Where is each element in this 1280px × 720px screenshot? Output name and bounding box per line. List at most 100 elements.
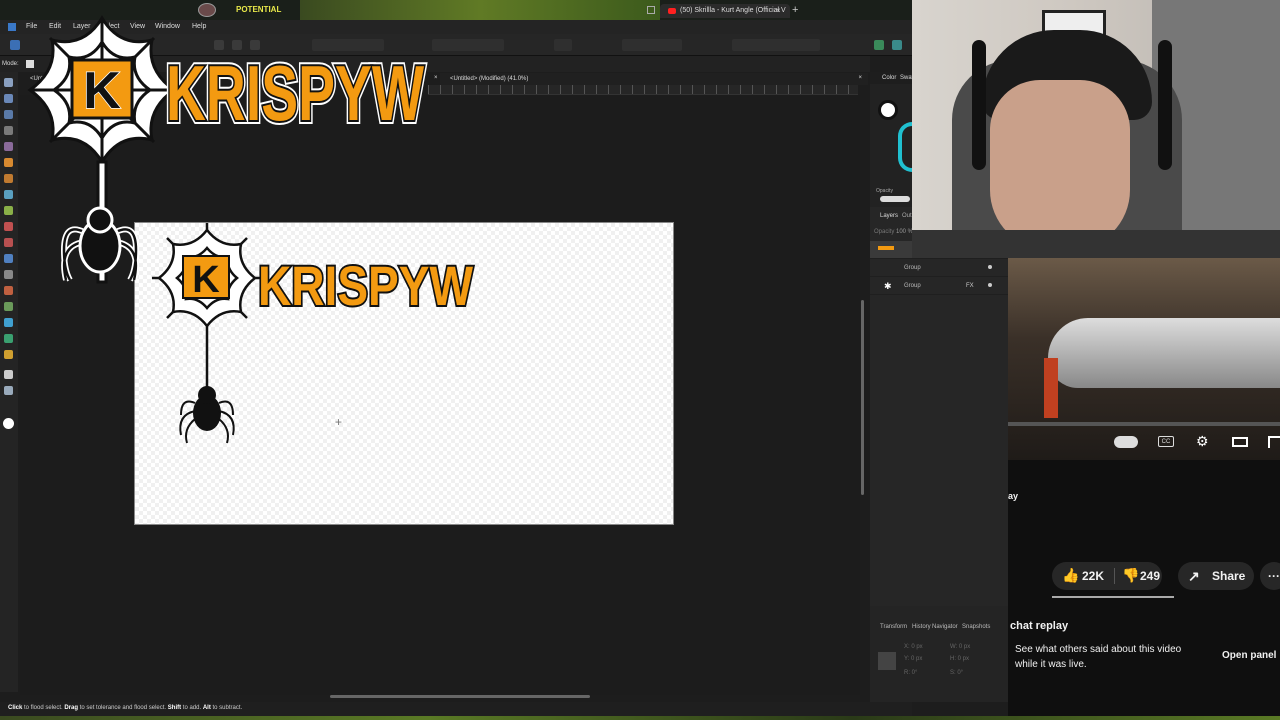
crop-tool-icon[interactable] [4,334,13,343]
like-icon[interactable]: 👍 [1062,567,1079,584]
chat-replay-card: chat replay See what others said about t… [1008,618,1280,716]
status-hint: Shift [167,705,182,711]
transform-h-field[interactable]: H: 0 px [950,656,969,662]
layer-opacity-value[interactable]: 100 % [896,229,913,235]
share-icon: ↗ [1188,568,1200,584]
app-icon[interactable] [8,23,16,31]
browser-tab-title: (50) Skrillla - Kurt Angle (Official V [680,7,786,14]
view-tool-icon[interactable] [4,94,13,103]
layer-name: Group [904,265,921,271]
tab-layers[interactable]: Layers [880,213,898,219]
hand-tool-icon[interactable] [4,370,13,379]
anchor-selector[interactable] [878,652,896,670]
settings-gear-icon[interactable]: ⚙ [1196,433,1209,450]
crosshair-cursor-icon: + [335,415,343,429]
eyedropper-tool-icon[interactable] [4,350,13,359]
layer-visibility-icon[interactable] [988,265,992,269]
color-swatch-icon[interactable] [3,418,14,429]
transform-shear-field[interactable]: S: 0° [950,670,963,676]
tab-color[interactable]: Color [882,75,896,81]
toolbar-group[interactable] [554,39,572,51]
transform-y-field[interactable]: Y: 0 px [904,656,922,662]
mode-label: Mode: [2,61,19,67]
toolbar-group[interactable] [622,39,682,51]
youtube-video-player[interactable] [1008,258,1280,460]
stream-bottom-band [0,716,1280,720]
chat-replay-description: See what others said about this video wh… [1015,644,1182,670]
spider-icon [179,386,235,444]
fullscreen-icon[interactable] [1268,436,1280,448]
status-hint: Alt [202,705,211,711]
overlay-spider-icon [60,206,140,282]
horizontal-ruler [428,85,858,95]
gradient-tool-icon[interactable] [4,254,13,263]
dislike-count[interactable]: 249 [1140,569,1160,583]
fill-tool-icon[interactable] [4,238,13,247]
browser-tab-youtube[interactable]: (50) Skrillla - Kurt Angle (Official V [660,4,790,18]
status-hint: Drag [64,705,79,711]
dislike-icon[interactable]: 👎 [1122,567,1139,584]
layer-visibility-icon[interactable] [988,283,992,287]
vertical-scrollbar[interactable] [861,300,864,495]
status-bar: Click to flood select. Drag to set toler… [0,702,912,716]
transform-rotation-field[interactable]: R: 0° [904,670,917,676]
lasso-tool-icon[interactable] [4,142,13,151]
toolbar-button[interactable] [892,40,902,50]
tab-snapshots[interactable]: Snapshots [962,624,990,630]
webcam-feed [912,0,1280,258]
horizontal-scrollbar[interactable] [330,695,590,698]
color-wheel[interactable] [898,122,912,172]
youtube-icon [668,8,676,14]
layer-row[interactable]: ✱ Group FX [870,277,1008,295]
share-button[interactable]: ↗ Share [1178,562,1254,590]
transform-x-field[interactable]: X: 0 px [904,644,923,650]
move-tool-icon[interactable] [4,78,13,87]
overlay-logo-k-letter: K [83,62,121,120]
tab-overview-icon[interactable] [647,6,655,14]
like-count[interactable]: 22K [1082,569,1104,583]
selection-tool-icon[interactable] [4,110,13,119]
tab-history[interactable]: History [912,624,931,630]
status-hint: to set tolerance and flood select. [78,705,168,711]
zoom-tool-icon[interactable] [4,386,13,395]
shape-tool-icon[interactable] [4,302,13,311]
document-tab-bar: × <Untitled> (Modified) (41.0%) × [434,73,868,85]
theater-mode-icon[interactable] [1232,437,1248,447]
new-tab-icon[interactable]: + [792,4,798,16]
paint-tool-icon[interactable] [4,174,13,183]
status-hint: Click [8,705,23,711]
layer-row[interactable]: Group [870,259,1008,277]
eraser-tool-icon[interactable] [4,222,13,231]
captions-icon[interactable]: CC [1158,436,1174,447]
tab-close-icon[interactable]: × [776,6,781,15]
more-icon: ··· [1268,569,1280,583]
red-eye-tool-icon[interactable] [4,286,13,295]
document-tab-title[interactable]: <Untitled> (Modified) (41.0%) [450,76,528,82]
video-title-fragment[interactable]: ay [1008,491,1018,501]
like-dislike-group: 👍 22K 👎 249 [1052,562,1162,590]
opacity-label: Opacity [876,188,893,194]
layer-thumbnail-spider-icon: ✱ [884,281,892,291]
more-actions-button[interactable]: ··· [1260,562,1280,590]
text-tool-icon[interactable] [4,318,13,327]
flood-select-tool-icon[interactable] [4,190,13,199]
autoplay-toggle[interactable] [1114,436,1138,448]
status-hint: to subtract. [210,705,243,711]
brush-tool-icon[interactable] [4,158,13,167]
layer-fx-badge[interactable]: FX [966,283,974,289]
transform-w-field[interactable]: W: 0 px [950,644,970,650]
tab-transform[interactable]: Transform [880,624,907,630]
clone-tool-icon[interactable] [4,270,13,279]
primary-color-swatch[interactable] [878,100,898,120]
pen-tool-icon[interactable] [4,206,13,215]
toolbar-group[interactable] [732,39,820,51]
layer-thumbnail [878,246,894,250]
open-panel-button[interactable]: Open panel [1214,644,1280,668]
tab-navigator[interactable]: Navigator [932,624,958,630]
opacity-slider[interactable] [880,196,910,202]
status-hint: to flood select. [22,705,65,711]
toolbar-button[interactable] [874,40,884,50]
panel-close-icon[interactable]: × [858,75,862,81]
toolbar-group[interactable] [432,39,504,51]
marquee-tool-icon[interactable] [4,126,13,135]
